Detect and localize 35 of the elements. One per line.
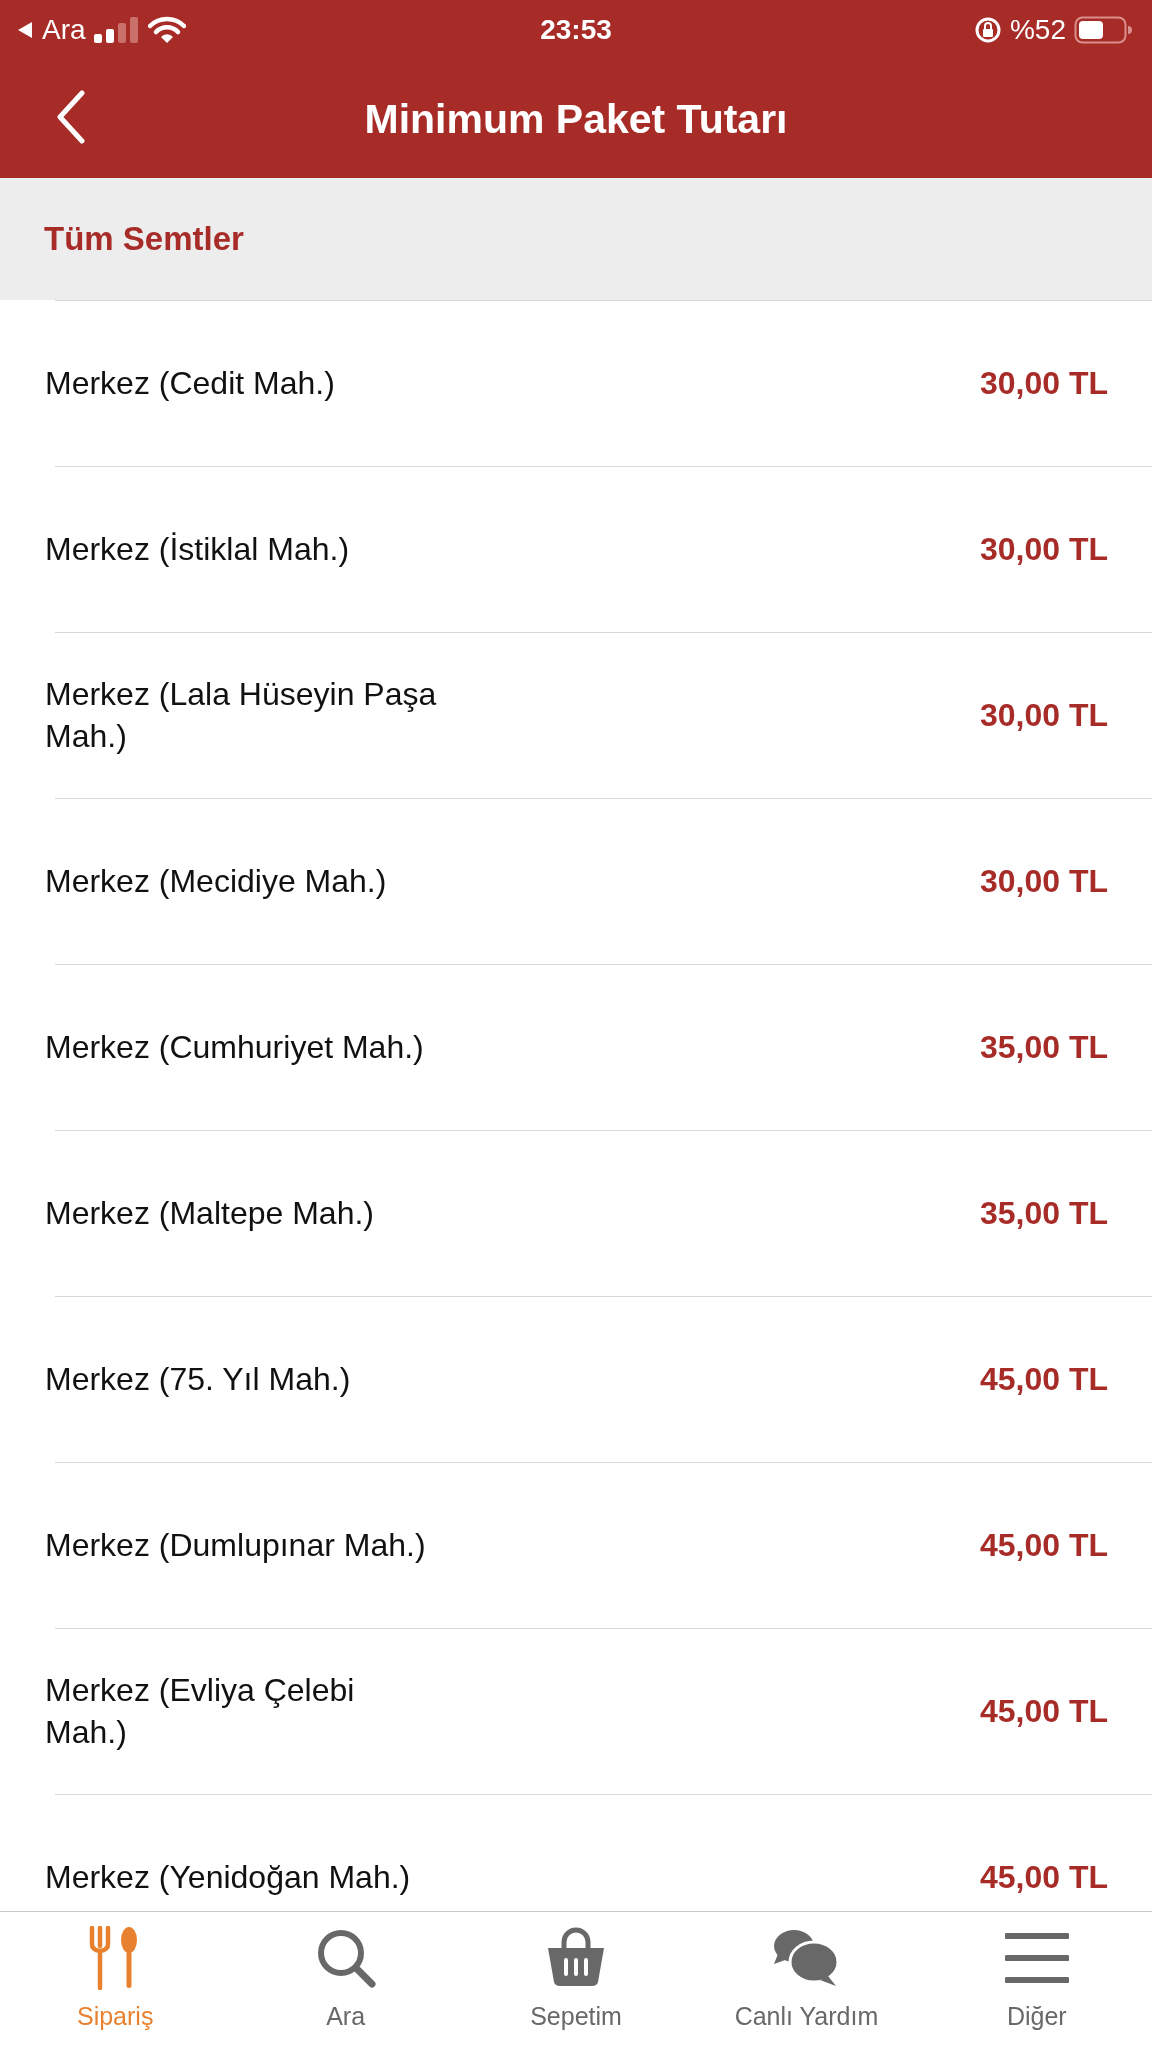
district-price: 35,00 TL <box>979 1195 1108 1232</box>
page-title: Minimum Paket Tutarı <box>364 95 788 143</box>
district-price: 45,00 TL <box>979 1859 1108 1896</box>
district-name: Merkez (Yenidoğan Mah.) <box>45 1857 411 1897</box>
back-app-label[interactable]: Ara <box>42 14 86 46</box>
district-name: Merkez (Maltepe Mah.) <box>45 1193 374 1233</box>
district-price: 30,00 TL <box>979 365 1108 402</box>
wifi-icon <box>147 16 186 44</box>
rotation-lock-icon <box>973 16 1002 44</box>
district-price: 45,00 TL <box>979 1527 1108 1564</box>
district-name: Merkez (75. Yıl Mah.) <box>45 1359 351 1399</box>
clock: 23:53 <box>540 14 612 46</box>
battery-icon <box>1074 16 1132 44</box>
district-name: Merkez (Dumlupınar Mah.) <box>45 1525 426 1565</box>
chat-tab[interactable]: Canlı Yardım <box>691 1912 922 2048</box>
menu-tab[interactable]: Diğer <box>921 1912 1152 2048</box>
district-name: Merkez (Mecidiye Mah.) <box>45 861 387 901</box>
district-name: Merkez (İstiklal Mah.) <box>45 529 350 569</box>
district-name: Merkez (Cedit Mah.) <box>45 363 335 403</box>
signal-icon <box>93 17 140 43</box>
district-price: 30,00 TL <box>979 697 1108 734</box>
district-name: Merkez (Lala Hüseyin Paşa Mah.) <box>45 674 438 756</box>
basket-tab[interactable]: Sepetim <box>460 1912 692 2048</box>
section-title: Tüm Semtler <box>44 220 244 258</box>
search-tab[interactable]: Ara <box>230 1912 461 2048</box>
district-price: 35,00 TL <box>979 1029 1108 1066</box>
back-arrow-icon <box>16 20 34 40</box>
battery-percent: %52 <box>1009 14 1066 46</box>
district-price: 30,00 TL <box>979 863 1108 900</box>
district-name: Merkez (Evliya Çelebi Mah.) <box>45 1670 356 1752</box>
district-price: 45,00 TL <box>979 1361 1108 1398</box>
district-price: 45,00 TL <box>979 1693 1108 1730</box>
district-name: Merkez (Cumhuriyet Mah.) <box>45 1027 424 1067</box>
district-price: 30,00 TL <box>979 531 1108 568</box>
back-icon[interactable] <box>56 90 86 144</box>
